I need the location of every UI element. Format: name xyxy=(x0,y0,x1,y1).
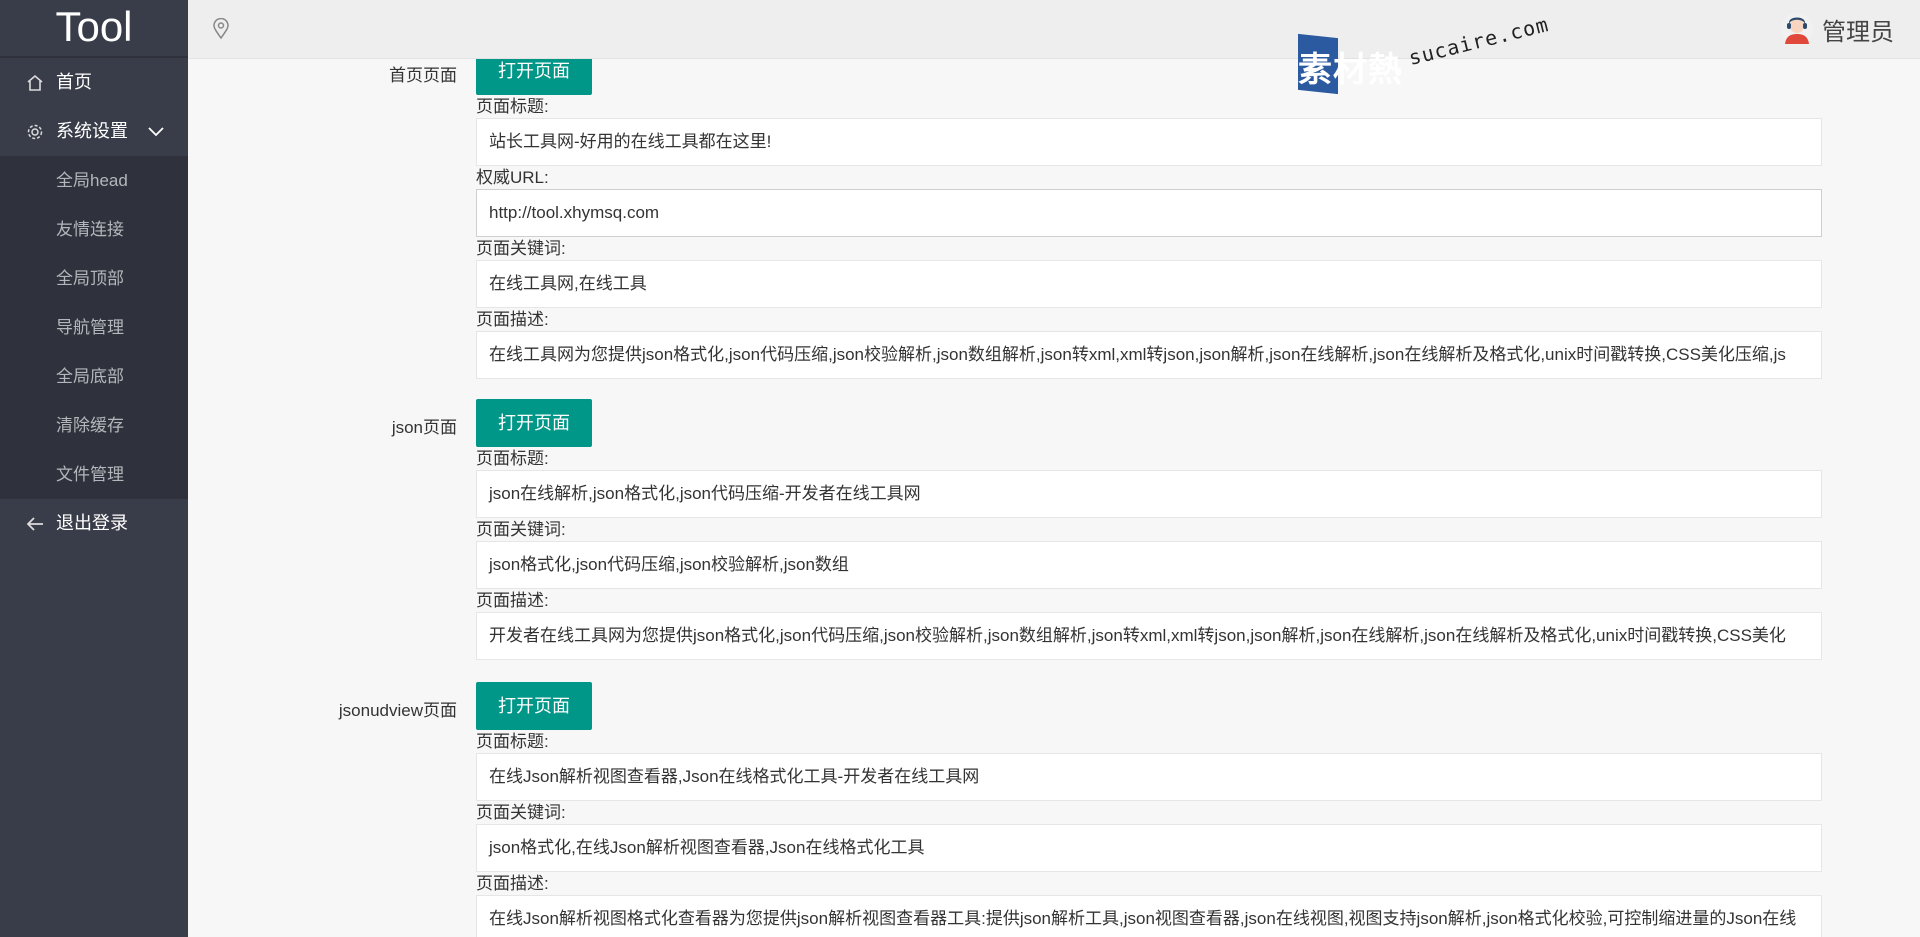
description-label: 页面描述: xyxy=(476,591,549,610)
submenu-item-file-manage[interactable]: 文件管理 xyxy=(0,450,188,499)
keywords-input[interactable]: 在线工具网,在线工具 xyxy=(476,260,1822,308)
title-label: 页面标题: xyxy=(476,449,549,468)
description-input[interactable]: 在线工具网为您提供json格式化,json代码压缩,json校验解析,json数… xyxy=(476,331,1822,379)
sidebar-nav: 首页 系统设置 xyxy=(0,58,188,156)
description-label: 页面描述: xyxy=(476,310,549,329)
home-icon xyxy=(24,58,46,107)
user-avatar-icon xyxy=(1780,12,1814,46)
submenu-item-global-top[interactable]: 全局顶部 xyxy=(0,254,188,303)
canonical-label: 权威URL: xyxy=(476,168,549,187)
page-section-home: 首页页面 打开页面 页面标题: 站长工具网-好用的在线工具都在这里! 权威URL… xyxy=(188,59,1920,379)
title-input[interactable]: 站长工具网-好用的在线工具都在这里! xyxy=(476,118,1822,166)
canonical-url-input[interactable]: http://tool.xhymsq.com xyxy=(476,189,1822,237)
page-section-jsonudview: jsonudview页面 打开页面 页面标题: 在线Json解析视图查看器,Js… xyxy=(188,682,1920,937)
arrow-left-icon xyxy=(24,499,46,548)
keywords-label: 页面关键词: xyxy=(476,803,566,822)
gear-icon xyxy=(24,107,46,156)
keywords-input[interactable]: json格式化,json代码压缩,json校验解析,json数组 xyxy=(476,541,1822,589)
description-input[interactable]: 开发者在线工具网为您提供json格式化,json代码压缩,json校验解析,js… xyxy=(476,612,1822,660)
title-label: 页面标题: xyxy=(476,97,549,116)
title-input[interactable]: json在线解析,json格式化,json代码压缩-开发者在线工具网 xyxy=(476,470,1822,518)
submenu-item-clear-cache[interactable]: 清除缓存 xyxy=(0,401,188,450)
submenu-item-global-head[interactable]: 全局head xyxy=(0,156,188,205)
user-menu[interactable]: 管理员 xyxy=(1780,10,1894,48)
main-content: 首页页面 打开页面 页面标题: 站长工具网-好用的在线工具都在这里! 权威URL… xyxy=(188,59,1920,937)
description-input[interactable]: 在线Json解析视图格式化查看器为您提供json解析视图查看器工具:提供json… xyxy=(476,895,1822,937)
sidebar-item-home[interactable]: 首页 xyxy=(0,58,188,107)
open-page-button[interactable]: 打开页面 xyxy=(476,682,592,730)
keywords-label: 页面关键词: xyxy=(476,239,566,258)
keywords-input[interactable]: json格式化,在线Json解析视图查看器,Json在线格式化工具 xyxy=(476,824,1822,872)
settings-submenu: 全局head 友情连接 全局顶部 导航管理 全局底部 清除缓存 文件管理 xyxy=(0,156,188,499)
location-pin-icon[interactable] xyxy=(212,17,232,40)
app-logo[interactable]: Tool xyxy=(0,0,188,58)
section-label: 首页页面 xyxy=(389,66,457,85)
sidebar-item-label: 首页 xyxy=(56,72,92,92)
sidebar-item-label: 系统设置 xyxy=(56,121,128,141)
chevron-down-icon xyxy=(148,107,164,156)
user-name: 管理员 xyxy=(1822,18,1894,46)
description-label: 页面描述: xyxy=(476,874,549,893)
sidebar-item-settings[interactable]: 系统设置 xyxy=(0,107,188,156)
submenu-item-global-footer[interactable]: 全局底部 xyxy=(0,352,188,401)
open-page-button[interactable]: 打开页面 xyxy=(476,399,592,447)
title-input[interactable]: 在线Json解析视图查看器,Json在线格式化工具-开发者在线工具网 xyxy=(476,753,1822,801)
sidebar-item-logout[interactable]: 退出登录 xyxy=(0,499,188,548)
sidebar: Tool 首页 系统设置 全局head 友情连接 全局顶部 导航管理 全局底部 … xyxy=(0,0,188,937)
submenu-item-friend-links[interactable]: 友情连接 xyxy=(0,205,188,254)
section-label: jsonudview页面 xyxy=(338,701,457,720)
submenu-item-nav-manage[interactable]: 导航管理 xyxy=(0,303,188,352)
page-section-json: json页面 打开页面 页面标题: json在线解析,json格式化,json代… xyxy=(188,399,1920,660)
sidebar-item-label: 退出登录 xyxy=(56,513,128,533)
top-bar: 管理员 xyxy=(188,0,1920,59)
section-label: json页面 xyxy=(391,418,457,437)
keywords-label: 页面关键词: xyxy=(476,520,566,539)
sidebar-nav-bottom: 退出登录 xyxy=(0,499,188,548)
title-label: 页面标题: xyxy=(476,732,549,751)
open-page-button[interactable]: 打开页面 xyxy=(476,59,592,95)
